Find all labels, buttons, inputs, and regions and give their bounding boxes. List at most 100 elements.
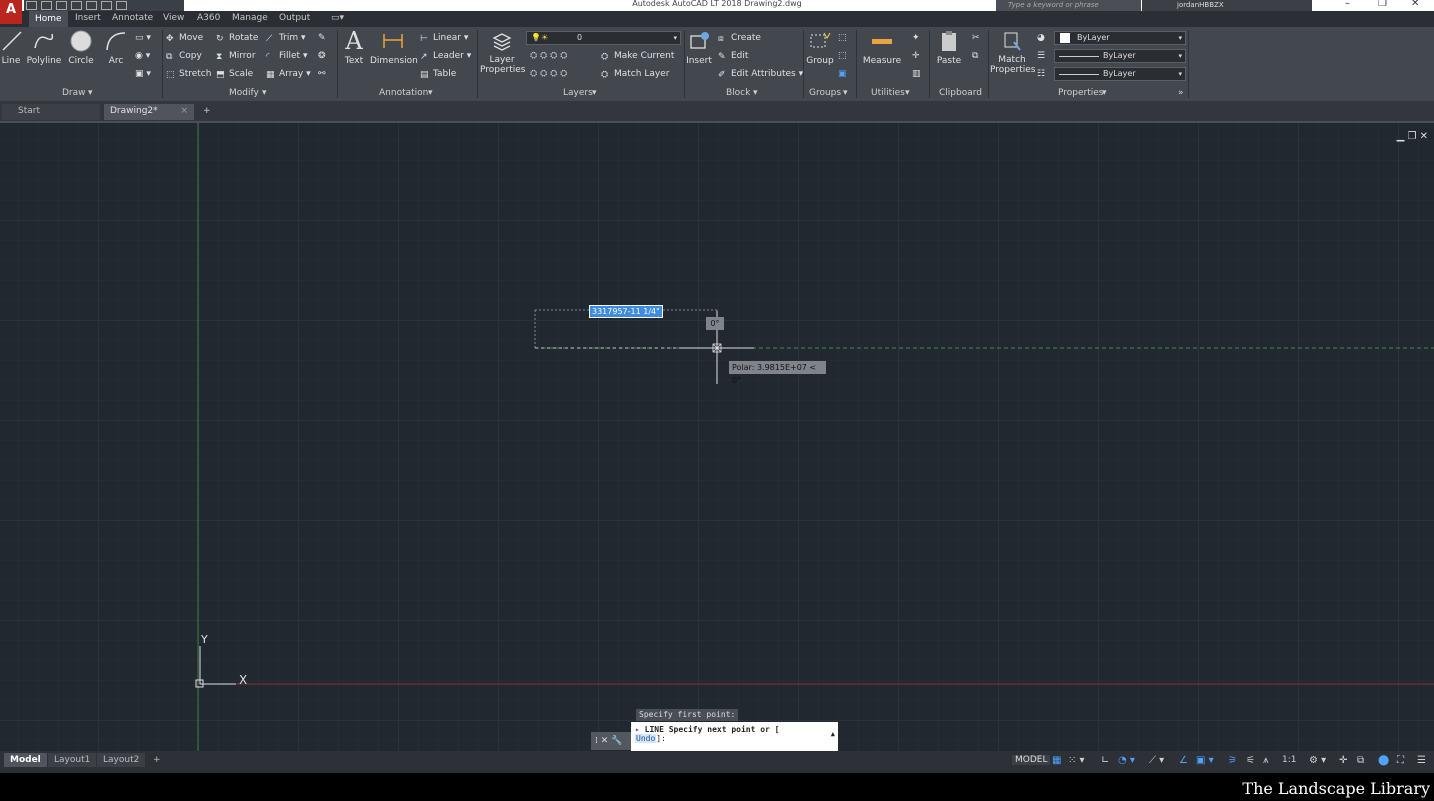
annotation-panel-title[interactable]: Annotation <box>379 88 428 98</box>
model-space-button[interactable]: MODEL <box>1012 755 1051 765</box>
match-properties-button[interactable]: Match Properties <box>990 29 1035 75</box>
leader-button[interactable]: ↗ Leader ▾ <box>420 51 471 62</box>
properties-panel-title[interactable]: Properties <box>1058 88 1103 98</box>
table-button[interactable]: ▤ Table <box>420 69 456 80</box>
object-snap-icon[interactable]: ▣ ▾ <box>1196 755 1214 766</box>
mirror-button[interactable]: ⧗ Mirror <box>216 51 256 62</box>
fillet-button[interactable]: ◜ Fillet ▾ <box>266 51 307 62</box>
history-toggle-icon[interactable]: ▲ <box>831 730 835 738</box>
layer-tools-row2[interactable]: ⛭ ⛭ ⛭ ⛭ <box>530 69 567 79</box>
isodraft-icon[interactable]: ⟋ ▾ <box>1149 755 1164 766</box>
calculator-icon[interactable]: ▥ <box>912 69 921 79</box>
close-icon[interactable]: ✕ <box>601 736 609 746</box>
chevron-down-icon[interactable]: ▾ <box>428 88 433 98</box>
undo-option-link[interactable]: Undo <box>635 734 657 743</box>
trim-button[interactable]: ⟋ Trim ▾ <box>266 33 306 44</box>
move-button[interactable]: ✥ Move <box>166 33 203 44</box>
customization-menu-icon[interactable]: ☰ <box>1417 755 1426 766</box>
plus-icon[interactable]: ✛ <box>1339 755 1347 766</box>
chevron-down-icon[interactable]: ▾ <box>262 88 267 98</box>
rectangle-icon[interactable]: ▭ ▾ <box>135 33 151 43</box>
text-button[interactable]: A Text <box>341 27 367 66</box>
drag-handle-icon[interactable]: ⁞ <box>595 736 598 746</box>
draw-panel-title[interactable]: Draw <box>62 88 86 98</box>
isolate-icon[interactable]: ⧉ <box>1357 755 1364 766</box>
copy-clip-icon[interactable]: ⧉ <box>972 51 978 61</box>
tab-home[interactable]: Home <box>29 11 68 27</box>
make-current-button[interactable]: ⛭ Make Current <box>601 51 674 62</box>
add-layout-button[interactable]: + <box>147 753 167 767</box>
annotation-scale-value[interactable]: 1:1 <box>1282 755 1296 765</box>
layers-panel-title[interactable]: Layers <box>563 88 593 98</box>
search-input[interactable]: Type a keyword or phrase <box>996 0 1141 11</box>
edit-block-button[interactable]: ✎ Edit <box>718 51 748 62</box>
chevron-down-icon[interactable]: ▾ <box>1102 88 1107 98</box>
tab-model[interactable]: Model <box>4 753 47 767</box>
dimension-button[interactable]: Dimension <box>370 29 418 66</box>
close-icon[interactable]: × <box>180 104 188 119</box>
close-window-icon[interactable]: ✕ <box>1411 0 1419 9</box>
annotation-scale-icon[interactable]: ⩚ <box>1263 755 1269 766</box>
tab-view[interactable]: View <box>163 13 184 23</box>
block-panel-title[interactable]: Block <box>726 88 750 98</box>
ribbon-options-icon[interactable]: ▭▾ <box>331 13 344 23</box>
gradient-icon[interactable]: ▣ ▾ <box>135 69 151 79</box>
annotation-visibility-icon[interactable]: ⚞ <box>1228 755 1237 766</box>
clean-screen-icon[interactable]: ⛶ <box>1397 755 1404 766</box>
clipboard-panel-title[interactable]: Clipboard <box>939 88 982 98</box>
arc-button[interactable]: Arc <box>102 29 130 66</box>
chevron-down-icon[interactable]: ▾ <box>843 88 848 98</box>
ortho-icon[interactable]: ∟ <box>1101 755 1109 766</box>
lineweight-dropdown[interactable]: ByLayer ▾ <box>1054 49 1186 63</box>
utilities-panel-title[interactable]: Utilities <box>871 88 905 98</box>
tab-drawing[interactable]: Drawing2* × <box>104 104 194 120</box>
tab-a360[interactable]: A360 <box>197 13 220 23</box>
tab-start[interactable]: Start <box>2 104 100 120</box>
chevron-down-icon[interactable]: ▾ <box>905 88 910 98</box>
chevron-down-icon[interactable]: ▾ <box>88 88 93 98</box>
auto-scale-icon[interactable]: ⚟ <box>1246 755 1255 766</box>
copy-button[interactable]: ⧉ Copy <box>166 51 202 62</box>
linear-button[interactable]: ⊢ Linear ▾ <box>420 33 468 44</box>
tab-layout1[interactable]: Layout1 <box>48 753 97 767</box>
drawing-canvas[interactable]: ▁ ❐ ✕ Y X 3317957-11 1/4" 0° Polar: 3.98… <box>0 121 1434 753</box>
modify-panel-title[interactable]: Modify <box>229 88 259 98</box>
user-account[interactable]: jordanHBBZX <box>1142 0 1312 11</box>
customize-icon[interactable]: 🔧 <box>611 736 622 746</box>
group-button[interactable]: Group <box>806 29 834 66</box>
layer-dropdown[interactable]: 💡☀ 0 ▾ <box>526 31 681 45</box>
offset-icon[interactable]: ⚯ <box>318 69 326 79</box>
groups-panel-title[interactable]: Groups <box>809 88 841 98</box>
edit-attributes-button[interactable]: ✐ Edit Attributes ▾ <box>718 69 803 80</box>
command-line-tools[interactable]: ⁞ ✕ 🔧 <box>591 732 631 750</box>
chevron-down-icon[interactable]: ▾ <box>753 88 758 98</box>
tab-manage[interactable]: Manage <box>232 13 268 23</box>
tab-layout2[interactable]: Layout2 <box>97 753 146 767</box>
minimize-icon[interactable]: – <box>1345 0 1350 9</box>
command-input[interactable]: ▸ LINE Specify next point or [ Undo]: ▲ <box>631 722 838 751</box>
create-block-button[interactable]: ⧈ Create <box>718 33 761 44</box>
new-tab-button[interactable]: + <box>200 104 214 120</box>
cut-icon[interactable]: ✂ <box>972 33 980 43</box>
layer-properties-button[interactable]: Layer Properties <box>480 29 525 75</box>
rotate-button[interactable]: ↻ Rotate <box>216 33 258 44</box>
match-layer-button[interactable]: ⛭ Match Layer <box>601 69 669 80</box>
paste-button[interactable]: Paste <box>934 29 964 66</box>
grid-icon[interactable]: ▦ <box>1052 755 1061 766</box>
tab-output[interactable]: Output <box>279 13 310 23</box>
panel-expand-icon[interactable]: » <box>1178 88 1184 98</box>
color-dropdown[interactable]: ByLayer ▾ <box>1054 31 1186 45</box>
maximize-icon[interactable]: ❐ <box>1378 0 1387 9</box>
linetype-dropdown[interactable]: ByLayer ▾ <box>1054 67 1186 81</box>
snap-icon[interactable]: ⁙ ▾ <box>1068 755 1085 766</box>
insert-button[interactable]: Insert <box>686 29 712 66</box>
quick-select-icon[interactable]: ✦ <box>912 33 920 43</box>
tab-insert[interactable]: Insert <box>75 13 101 23</box>
group-select-icon[interactable]: ▣ <box>838 69 847 79</box>
object-snap-tracking-icon[interactable]: ∠ <box>1179 755 1188 766</box>
erase-icon[interactable]: ✎ <box>318 33 326 43</box>
line-button[interactable]: Line <box>0 29 22 66</box>
chevron-down-icon[interactable]: ▾ <box>592 88 597 98</box>
explode-icon[interactable]: ❂ <box>318 51 326 61</box>
hardware-acceleration-icon[interactable]: ⬤ <box>1378 755 1389 766</box>
